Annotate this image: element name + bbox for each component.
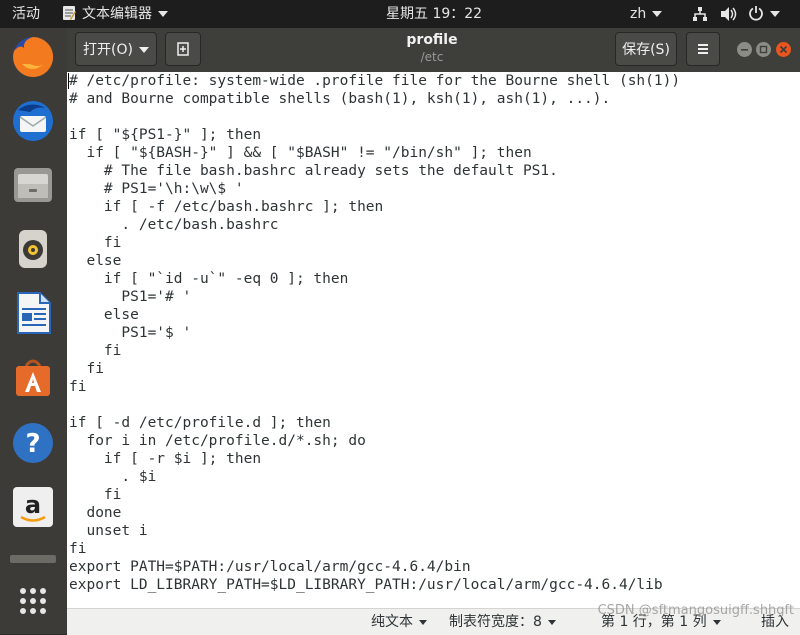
close-button[interactable] [776,42,791,57]
window-subtitle: /etc [420,50,444,64]
libreoffice-writer-icon[interactable] [10,290,56,336]
show-apps-icon[interactable] [10,578,56,624]
minimize-icon [741,49,748,51]
volume-icon[interactable] [720,6,738,22]
input-method-menu[interactable]: zh [630,0,663,28]
input-method-label: zh [630,6,647,22]
hamburger-icon [698,44,708,54]
system-menu[interactable] [748,0,780,28]
launcher-dock: ? a [0,28,67,634]
open-button[interactable]: 打开(O) [75,32,157,66]
new-document-button[interactable] [165,32,201,66]
top-panel: 活动 文本编辑器 星期五 19：22 zh [0,0,800,28]
language-selector[interactable]: 纯文本 [371,609,427,635]
chevron-down-icon [138,47,149,53]
firefox-icon[interactable] [10,34,56,80]
tab-width-selector[interactable]: 制表符宽度：8 [449,609,556,635]
tab-width-label: 制表符宽度：8 [449,614,542,630]
svg-text:a: a [25,491,41,519]
files-icon[interactable] [10,162,56,208]
help-icon[interactable]: ? [10,420,56,466]
scroll-indicator [10,550,56,563]
chevron-down-icon [770,11,780,17]
chevron-down-icon [158,11,168,17]
menu-button[interactable] [686,32,720,66]
text-editor-icon [63,6,76,20]
app-name: 文本编辑器 [82,6,152,22]
network-icon[interactable] [692,6,708,22]
window-title: profile [406,32,458,48]
app-menu[interactable]: 文本编辑器 [62,0,168,28]
minimize-button[interactable] [737,42,752,57]
maximize-button[interactable] [756,42,771,57]
new-document-icon [177,42,189,56]
header-bar: 打开(O) profile /etc 保存(S) [67,28,800,72]
language-label: 纯文本 [371,614,413,630]
activities-button[interactable]: 活动 [12,0,40,28]
clock[interactable]: 星期五 19：22 [386,0,482,28]
open-label: 打开(O) [83,42,133,58]
gedit-window: 打开(O) profile /etc 保存(S) # /etc/profile:… [67,28,800,635]
chevron-down-icon [712,619,721,625]
thunderbird-icon[interactable] [10,98,56,144]
text-view[interactable]: # /etc/profile: system-wide .profile fil… [67,72,800,608]
save-button[interactable]: 保存(S) [615,32,677,66]
document-content[interactable]: # /etc/profile: system-wide .profile fil… [69,72,680,594]
chevron-down-icon [419,619,427,625]
chevron-down-icon [547,619,556,625]
amazon-icon[interactable]: a [10,484,56,530]
power-icon [749,6,763,21]
watermark: CSDN @sftmangosuigff.shhgft [597,603,794,618]
close-icon [779,45,788,54]
svg-text:?: ? [25,429,40,459]
chevron-down-icon [652,11,663,17]
maximize-icon [759,45,768,54]
software-center-icon[interactable] [10,354,56,400]
rhythmbox-icon[interactable] [10,226,56,272]
